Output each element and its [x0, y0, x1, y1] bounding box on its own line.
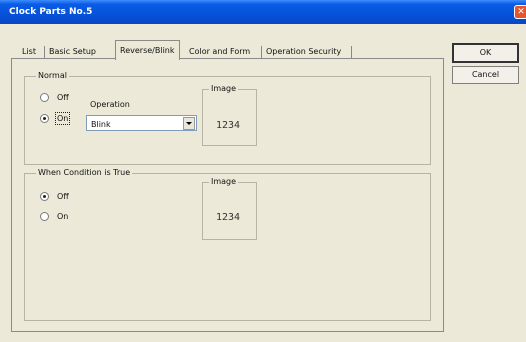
normal-off-label: Off — [57, 93, 69, 102]
normal-off-radio[interactable] — [40, 93, 49, 102]
tab-list[interactable]: List — [18, 44, 40, 59]
normal-image-value: 1234 — [216, 120, 241, 131]
chevron-down-icon — [186, 122, 192, 125]
operation-select[interactable]: Blink — [86, 115, 197, 131]
cancel-button[interactable]: Cancel — [452, 66, 519, 84]
condition-image-preview — [202, 182, 257, 240]
condition-image-label: Image — [209, 177, 239, 186]
normal-on-radio[interactable] — [40, 114, 49, 123]
title-bar[interactable]: Clock Parts No.5 ✕ — [0, 0, 526, 24]
condition-on-label: On — [57, 212, 69, 221]
operation-select-value: Blink — [91, 120, 111, 129]
tab-divider — [351, 46, 352, 58]
ok-button[interactable]: OK — [452, 43, 519, 63]
normal-group-label: Normal — [36, 71, 69, 80]
dropdown-button[interactable] — [183, 117, 195, 130]
tab-color-and-form[interactable]: Color and Form — [185, 44, 254, 59]
window-title: Clock Parts No.5 — [9, 7, 93, 17]
close-button[interactable]: ✕ — [514, 5, 526, 19]
condition-off-radio[interactable] — [40, 192, 49, 201]
normal-image-label: Image — [209, 84, 239, 93]
tab-operation-security[interactable]: Operation Security — [262, 44, 345, 59]
normal-image-preview — [202, 89, 257, 146]
condition-group-label: When Condition is True — [36, 168, 133, 177]
tab-panel: Normal Off On Operation Blink Image 1234… — [11, 58, 444, 332]
condition-on-radio[interactable] — [40, 212, 49, 221]
dialog-window: Clock Parts No.5 ✕ List Basic Setup Reve… — [0, 0, 526, 342]
close-icon: ✕ — [517, 7, 525, 17]
condition-image-value: 1234 — [216, 212, 241, 223]
condition-off-label: Off — [57, 192, 69, 201]
operation-label: Operation — [90, 100, 130, 109]
tab-basic-setup[interactable]: Basic Setup — [45, 44, 100, 59]
normal-on-label: On — [54, 112, 71, 125]
tab-reverse-blink[interactable]: Reverse/Blink — [115, 40, 180, 60]
